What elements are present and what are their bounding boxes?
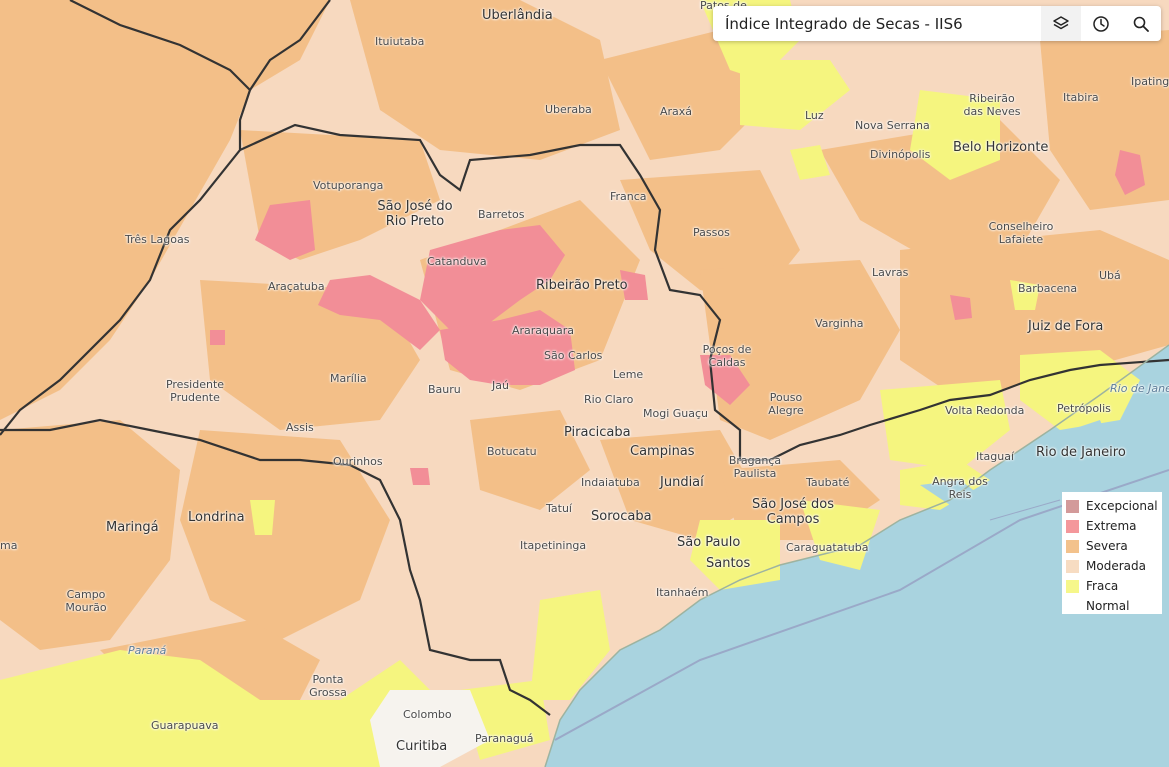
place-label: Divinópolis (870, 148, 931, 161)
legend-swatch (1066, 539, 1079, 553)
clock-icon (1093, 15, 1109, 32)
place-label: Ituiutaba (375, 35, 425, 48)
place-label: Varginha (815, 317, 864, 330)
place-label: Itabira (1063, 91, 1099, 104)
place-label: Paraná (128, 644, 167, 657)
place-label: Angra dos Reis (932, 475, 988, 501)
place-label: Itaguaí (976, 450, 1015, 463)
place-label: Uberaba (545, 103, 592, 116)
legend-item-fraca: Fraca (1066, 576, 1158, 596)
legend-item-moderada: Moderada (1066, 556, 1158, 576)
place-label: Botucatu (487, 445, 537, 458)
legend-swatch (1066, 519, 1079, 533)
place-label: Rio de Janeiro (1036, 445, 1126, 460)
place-label: Volta Redonda (945, 404, 1025, 417)
place-label: Votuporanga (313, 179, 384, 192)
legend-label: Moderada (1086, 559, 1146, 573)
place-label: Presidente Prudente (165, 378, 225, 404)
place-label: Uberlândia (482, 8, 553, 23)
layers-button[interactable] (1041, 6, 1081, 41)
place-label: Jaú (492, 379, 509, 392)
place-label: Conselheiro Lafaiete (988, 220, 1054, 246)
place-label: São José dos Campos (752, 497, 834, 527)
place-label: Lavras (872, 266, 909, 279)
place-label: Araçatuba (268, 280, 325, 293)
place-label: Marília (330, 372, 367, 385)
place-label: Assis (286, 421, 314, 434)
place-label: Juiz de Fora (1028, 319, 1104, 334)
place-label: Mogi Guaçu (643, 407, 709, 420)
legend-swatch (1066, 579, 1079, 593)
place-label: Maringá (106, 520, 159, 535)
place-label: Colombo (403, 708, 452, 721)
place-label: Araxá (660, 105, 693, 118)
legend-swatch (1066, 559, 1079, 573)
legend-label: Fraca (1086, 579, 1119, 593)
place-label: Rio de Janeiro (1110, 382, 1169, 395)
legend-label: Normal (1086, 599, 1130, 613)
place-label: São Paulo (677, 535, 741, 550)
place-label: Catanduva (427, 255, 487, 268)
legend-item-severa: Severa (1066, 536, 1158, 556)
place-label: Indaiatuba (581, 476, 640, 489)
place-label: Petrópolis (1057, 402, 1111, 415)
search-button[interactable] (1121, 6, 1161, 41)
place-label: Araraquara (512, 324, 575, 337)
legend-label: Severa (1086, 539, 1128, 553)
place-label: Londrina (188, 510, 245, 525)
place-label: Franca (610, 190, 647, 203)
legend-swatch (1066, 499, 1079, 513)
place-label: Paranaguá (475, 732, 534, 745)
place-label: Ribeirão das Neves (963, 92, 1021, 118)
place-label: Campo Mourão (65, 588, 107, 614)
legend-item-extrema: Extrema (1066, 516, 1158, 536)
place-label: Santos (706, 556, 751, 571)
place-label: Bauru (428, 383, 461, 396)
map-legend: Excepcional Extrema Severa Moderada Frac… (1062, 492, 1162, 614)
place-label: Ourinhos (333, 455, 383, 468)
layers-icon (1053, 15, 1069, 29)
place-label: Nova Serrana (855, 119, 930, 132)
place-label: Rio Claro (584, 393, 634, 406)
legend-item-normal: Normal (1066, 596, 1158, 616)
place-label: Ipatinga (1131, 75, 1169, 88)
place-label: Ponta Grossa (309, 673, 347, 699)
place-label: São José do Rio Preto (377, 199, 453, 229)
layer-search-input[interactable] (713, 7, 1041, 40)
place-label: Itanhaém (656, 586, 709, 599)
place-label: Taubaté (806, 476, 850, 489)
place-label: Caraguatatuba (786, 541, 869, 554)
place-label: Três Lagoas (125, 233, 190, 246)
place-label: Barbacena (1018, 282, 1078, 295)
place-label: Leme (613, 368, 644, 381)
search-icon (1133, 16, 1149, 32)
place-label: Curitiba (396, 739, 448, 754)
place-label: Sorocaba (591, 509, 652, 524)
place-label: Barretos (478, 208, 525, 221)
place-label: Ribeirão Preto (536, 278, 628, 293)
place-label: Campinas (630, 444, 695, 459)
legend-item-excepcional: Excepcional (1066, 496, 1158, 516)
place-label: ma (0, 539, 18, 552)
place-label: Poços de Caldas (702, 343, 752, 369)
place-label: Itapetininga (520, 539, 587, 552)
place-label: Luz (805, 109, 824, 122)
place-label: Bragança Paulista (728, 454, 782, 480)
place-label: Pouso Alegre (768, 391, 804, 417)
place-label: Piracicaba (564, 425, 631, 440)
legend-label: Excepcional (1086, 499, 1158, 513)
place-label: Jundiaí (660, 475, 704, 490)
place-label: Tatuí (546, 502, 572, 515)
place-label: Ubá (1099, 269, 1121, 282)
place-label: Guarapuava (151, 719, 219, 732)
place-label: São Carlos (544, 349, 603, 362)
place-label: Belo Horizonte (953, 140, 1049, 155)
legend-swatch (1066, 599, 1079, 613)
history-button[interactable] (1081, 6, 1121, 41)
map-toolbar (713, 6, 1161, 41)
place-label: Passos (693, 226, 730, 239)
legend-label: Extrema (1086, 519, 1137, 533)
